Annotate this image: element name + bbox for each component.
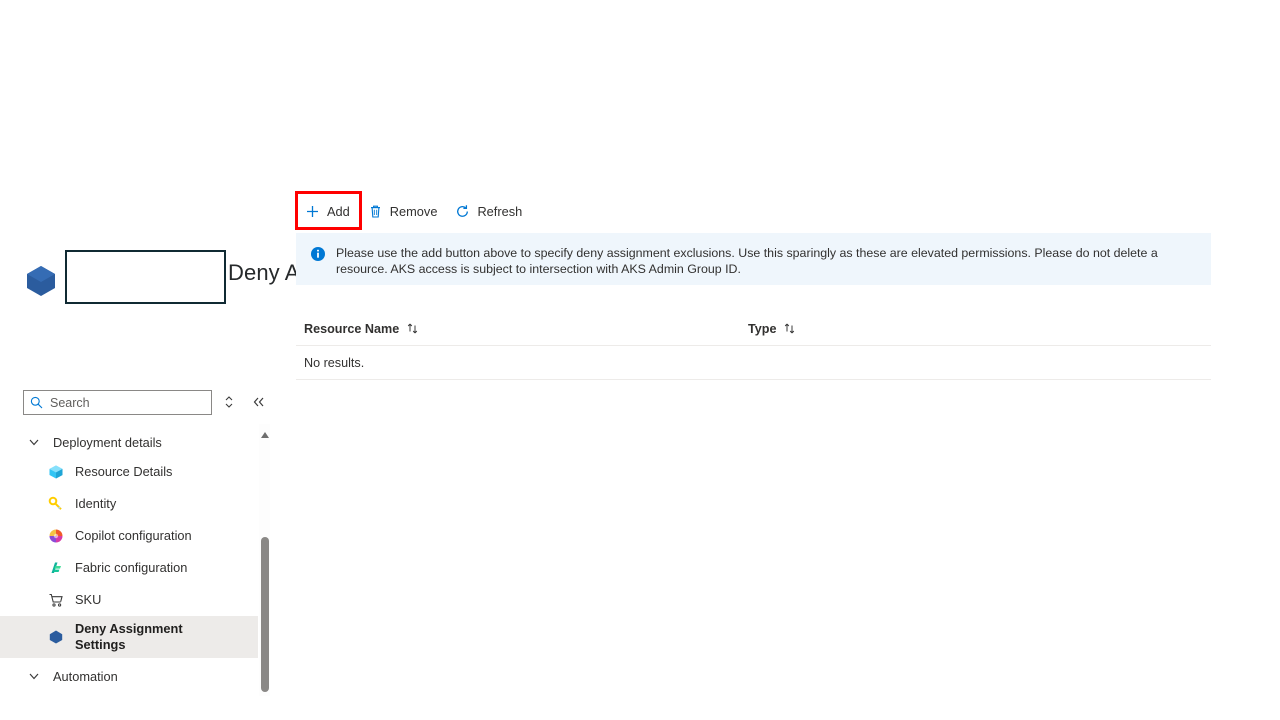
trash-icon	[368, 204, 383, 219]
refresh-button[interactable]: Refresh	[446, 196, 531, 226]
search-input[interactable]	[48, 394, 198, 411]
cube-icon	[48, 464, 64, 480]
sidebar-scrollbar-thumb[interactable]	[261, 537, 269, 692]
sidebar-item-identity[interactable]: Identity	[0, 488, 258, 520]
sidebar-item-label: Deny Assignment Settings	[75, 621, 183, 652]
nav-menu: Deployment details Resource Details Iden…	[0, 428, 258, 690]
add-button-label: Add	[327, 203, 350, 219]
nav-group-deployment-details[interactable]: Deployment details	[0, 428, 258, 456]
fabric-icon	[48, 560, 64, 576]
chevron-down-icon	[27, 669, 41, 683]
scroll-up-arrow-icon[interactable]	[260, 427, 270, 438]
sidebar-item-copilot-configuration[interactable]: Copilot configuration	[0, 520, 258, 552]
blade-left-nav: Deployment details Resource Details	[0, 192, 272, 696]
column-header-label: Type	[748, 321, 777, 336]
deny-assignment-table: Resource Name Type No results.	[296, 312, 1211, 380]
nav-group-automation[interactable]: Automation	[0, 662, 258, 690]
nav-group-label: Automation	[53, 668, 118, 684]
azure-portal-blade: Deny Assignment Settings ⋯	[0, 0, 1280, 720]
sidebar-item-label: SKU	[75, 592, 102, 607]
column-header-resource-name[interactable]: Resource Name	[296, 322, 748, 336]
command-bar: Add Remove Refresh	[296, 196, 531, 226]
double-chevron-left-icon[interactable]	[251, 393, 267, 411]
sidebar-item-fabric-configuration[interactable]: Fabric configuration	[0, 552, 258, 584]
cart-icon	[48, 592, 64, 608]
add-button[interactable]: Add	[296, 196, 359, 226]
sidebar-item-sku[interactable]: SKU	[0, 584, 258, 616]
copilot-icon	[48, 528, 64, 544]
blade-header: Deny Assignment Settings ⋯	[0, 122, 1280, 304]
empty-state-message: No results.	[304, 355, 365, 370]
hexagon-icon	[48, 629, 64, 645]
sidebar-item-label: Identity	[75, 496, 117, 511]
column-header-label: Resource Name	[304, 321, 400, 336]
key-icon	[48, 496, 64, 512]
column-header-type[interactable]: Type	[748, 322, 1048, 336]
expand-collapse-icon[interactable]	[221, 393, 237, 411]
remove-button[interactable]: Remove	[359, 196, 447, 226]
sidebar-item-deny-assignment-settings[interactable]: Deny Assignment Settings	[0, 616, 258, 658]
sidebar-item-label: Fabric configuration	[75, 560, 188, 575]
refresh-button-label: Refresh	[477, 203, 523, 219]
sidebar-item-resource-details[interactable]: Resource Details	[0, 456, 258, 488]
table-empty-row: No results.	[296, 346, 1211, 380]
plus-icon	[305, 204, 320, 219]
refresh-icon	[455, 204, 470, 219]
chevron-down-icon	[27, 435, 41, 449]
sort-arrows-icon	[783, 322, 796, 335]
search-box[interactable]	[23, 390, 212, 415]
remove-button-label: Remove	[389, 203, 438, 219]
info-banner-text: Please use the add button above to speci…	[336, 246, 1158, 276]
sidebar-item-label: Resource Details	[75, 464, 173, 479]
table-header-row: Resource Name Type	[296, 312, 1211, 346]
nav-group-label: Deployment details	[53, 434, 162, 450]
search-icon	[30, 396, 43, 409]
sort-arrows-icon	[406, 322, 419, 335]
info-icon	[310, 246, 326, 262]
sidebar-item-label: Copilot configuration	[75, 528, 192, 543]
info-banner: Please use the add button above to speci…	[296, 233, 1211, 285]
